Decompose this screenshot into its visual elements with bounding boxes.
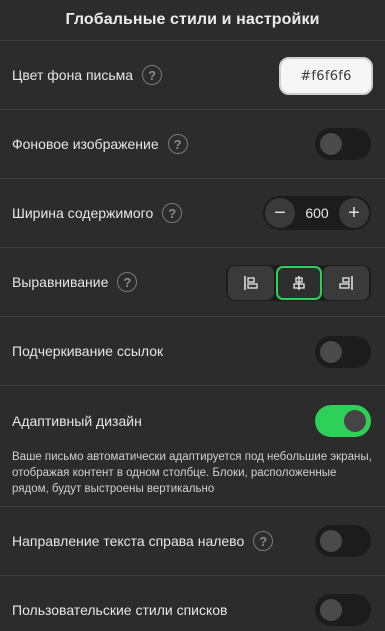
setting-label: Выравнивание xyxy=(12,274,109,290)
help-icon[interactable]: ? xyxy=(167,134,188,154)
setting-label-group: Выравнивание ? xyxy=(12,272,138,292)
toggle-knob xyxy=(320,599,342,621)
setting-row-alignment: Выравнивание ? xyxy=(0,247,385,316)
alignment-segmented-control xyxy=(226,265,371,301)
panel-title: Глобальные стили и настройки xyxy=(65,11,320,28)
setting-row-responsive: Адаптивный дизайн Ваше письмо автоматиче… xyxy=(0,385,385,506)
setting-label-group: Ширина содержимого ? xyxy=(12,203,183,223)
setting-label-group: Направление текста справа налево ? xyxy=(12,531,274,551)
content-width-value[interactable]: 600 xyxy=(305,205,328,221)
rtl-toggle[interactable] xyxy=(315,525,371,557)
align-right-icon xyxy=(339,276,353,290)
help-icon[interactable]: ? xyxy=(142,65,163,85)
setting-label: Цвет фона письма xyxy=(12,67,134,83)
setting-label: Подчеркивание ссылок xyxy=(12,343,164,359)
setting-row-list-styles: Пользовательские стили списков xyxy=(0,575,385,631)
setting-label: Адаптивный дизайн xyxy=(12,413,142,429)
list-styles-toggle[interactable] xyxy=(315,594,371,626)
setting-row-bg-image: Фоновое изображение ? xyxy=(0,109,385,178)
bg-image-toggle[interactable] xyxy=(315,128,371,160)
setting-label: Ширина содержимого xyxy=(12,205,154,221)
setting-row-rtl: Направление текста справа налево ? xyxy=(0,506,385,575)
responsive-toggle[interactable] xyxy=(315,405,371,437)
setting-label-group: Цвет фона письма ? xyxy=(12,65,163,85)
setting-label: Пользовательские стили списков xyxy=(12,602,228,618)
decrement-button[interactable]: − xyxy=(265,198,295,228)
help-icon[interactable]: ? xyxy=(253,531,274,551)
content-width-stepper: − 600 + xyxy=(263,196,371,230)
help-icon[interactable]: ? xyxy=(117,272,138,292)
toggle-knob xyxy=(320,341,342,363)
global-settings-panel: Глобальные стили и настройки Цвет фона п… xyxy=(0,0,385,631)
align-left-button[interactable] xyxy=(228,266,274,300)
align-center-button[interactable] xyxy=(275,266,322,300)
setting-label-group: Фоновое изображение ? xyxy=(12,134,188,154)
bg-color-input[interactable]: #f6f6f6 xyxy=(279,57,373,95)
align-left-icon xyxy=(244,276,258,290)
panel-header: Глобальные стили и настройки xyxy=(0,0,385,40)
setting-row-bg-color: Цвет фона письма ? #f6f6f6 xyxy=(0,40,385,109)
help-icon[interactable]: ? xyxy=(162,203,183,223)
link-underline-toggle[interactable] xyxy=(315,336,371,368)
responsive-description: Ваше письмо автоматически адаптируется п… xyxy=(12,451,372,495)
toggle-knob xyxy=(320,530,342,552)
setting-row-link-underline: Подчеркивание ссылок xyxy=(0,316,385,385)
setting-label-group: Подчеркивание ссылок xyxy=(12,343,163,359)
align-center-icon xyxy=(292,276,305,290)
increment-button[interactable]: + xyxy=(338,198,369,228)
toggle-knob xyxy=(320,133,342,155)
setting-label-group: Адаптивный дизайн xyxy=(12,413,142,429)
setting-label: Направление текста справа налево xyxy=(12,533,245,549)
setting-label: Фоновое изображение xyxy=(12,136,159,152)
align-right-button[interactable] xyxy=(323,266,369,300)
toggle-knob xyxy=(344,410,366,432)
setting-label-group: Пользовательские стили списков xyxy=(12,602,228,618)
setting-row-content-width: Ширина содержимого ? − 600 + xyxy=(0,178,385,247)
